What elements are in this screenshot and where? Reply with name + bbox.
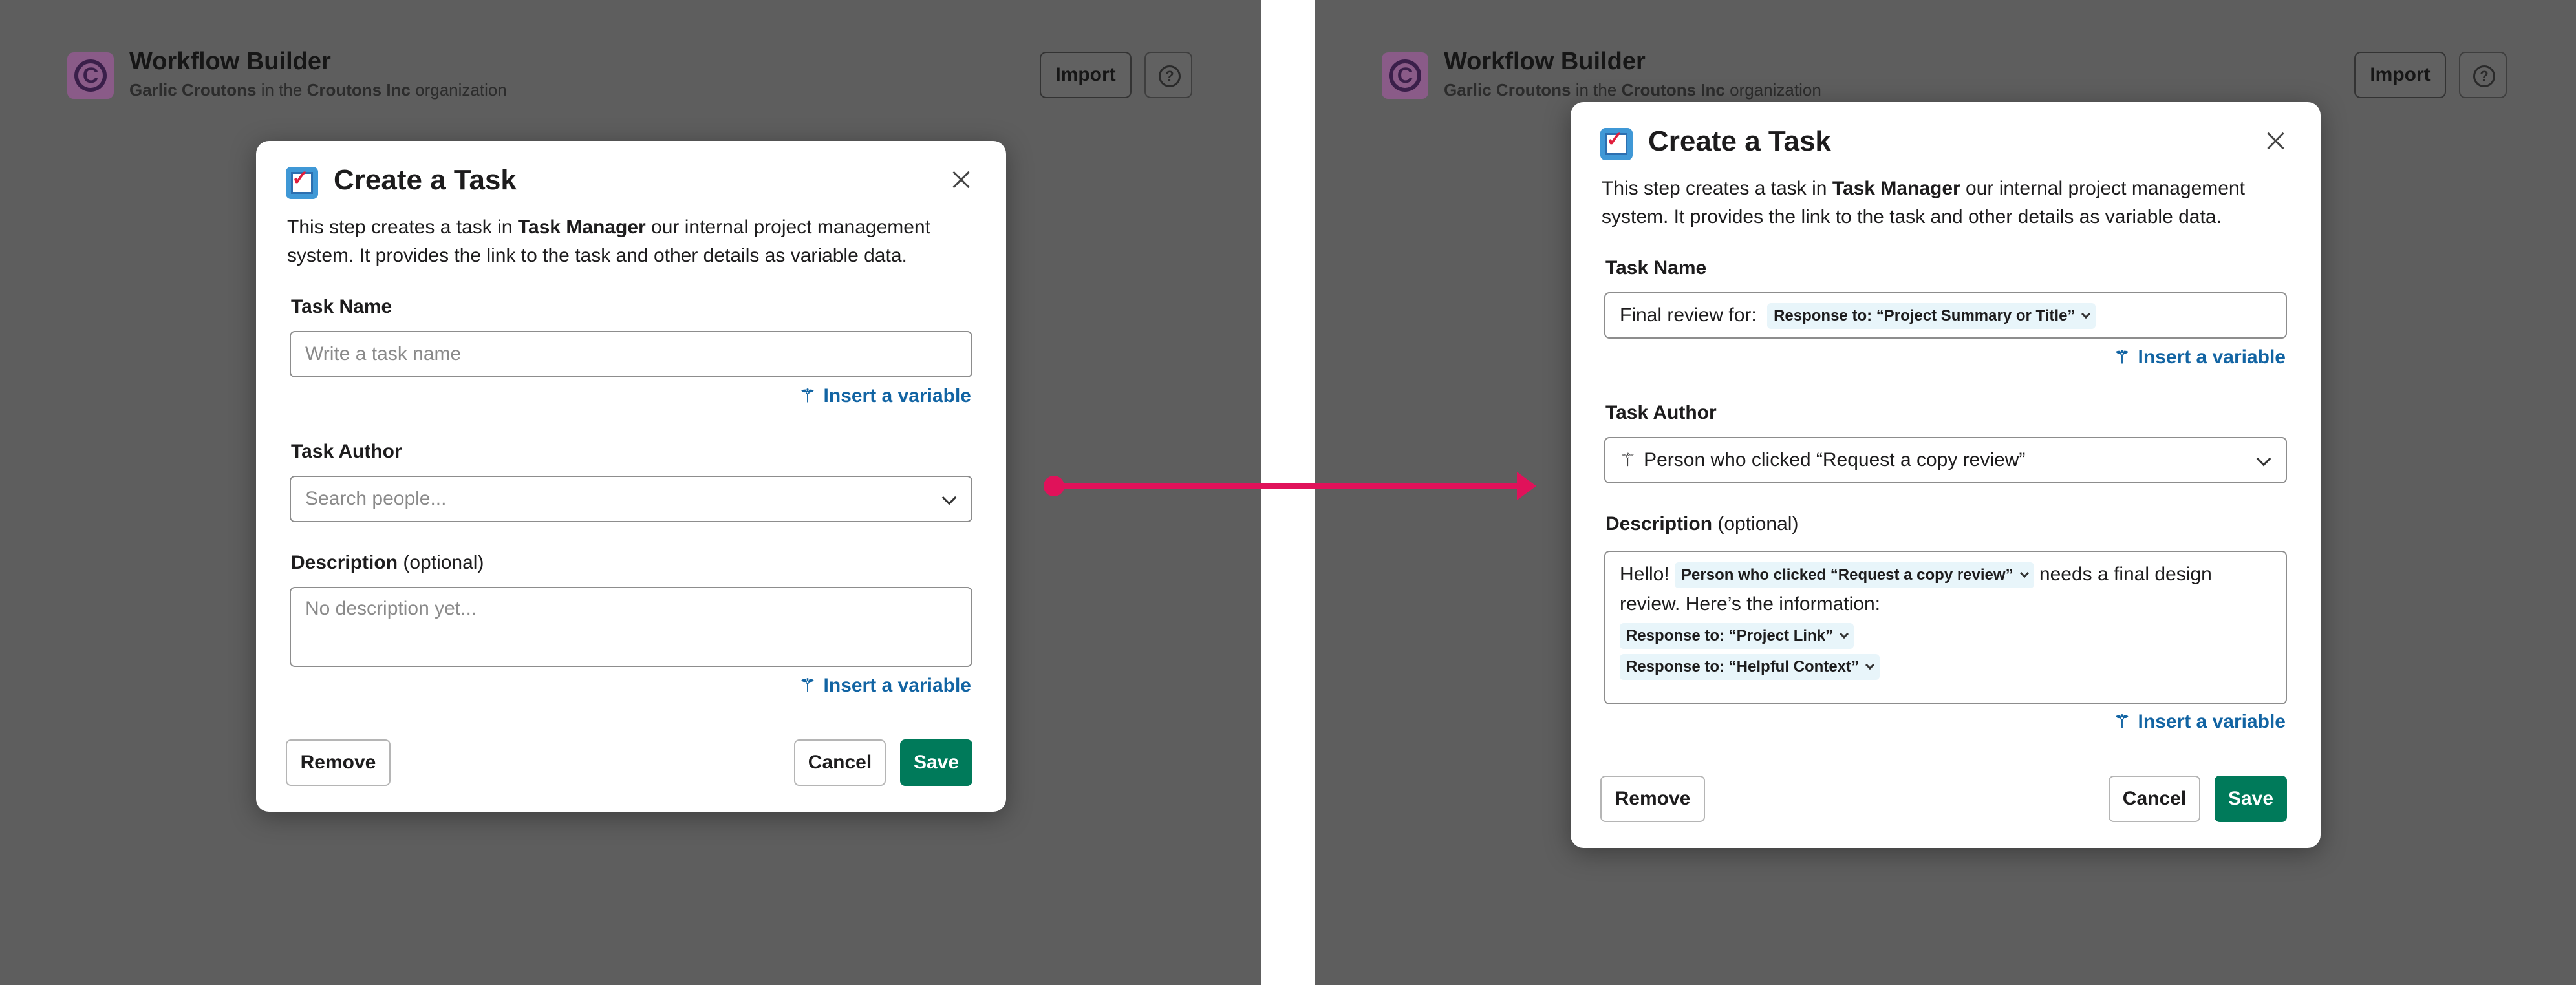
workspace-logo-icon: C [1382, 52, 1428, 99]
description-input[interactable]: No description yet... [290, 587, 972, 667]
chevron-down-icon [2256, 451, 2271, 467]
description-hello: Hello! [1620, 564, 1669, 585]
magic-wand-icon: ⚚ [2114, 347, 2131, 367]
create-task-modal: ✓ Create a Task This step creates a task… [256, 141, 1006, 812]
insert-variable-label: Insert a variable [823, 385, 971, 407]
arrow-right-icon [1517, 472, 1536, 500]
description-input[interactable]: Hello! Person who clicked “Request a cop… [1604, 551, 2287, 704]
magic-wand-icon: ⚚ [1620, 450, 1637, 470]
task-name-placeholder: Write a task name [305, 343, 462, 365]
ballot-box-check-icon: ✓ [1600, 127, 1633, 160]
transition-arrow-start-dot [1044, 476, 1064, 496]
ballot-box-check-icon: ✓ [286, 166, 318, 199]
org-name: Croutons Inc [1621, 80, 1725, 100]
magic-wand-icon: ⚚ [2114, 712, 2131, 732]
help-button[interactable]: ? [1144, 52, 1192, 98]
close-icon[interactable] [948, 167, 974, 193]
subtitle-in-the: in the [261, 80, 303, 100]
import-button[interactable]: Import [1040, 52, 1132, 98]
question-circle-icon: ? [1159, 65, 1181, 87]
modal-title: Create a Task [334, 164, 517, 196]
task-author-select[interactable]: ⚚ Person who clicked “Request a copy revi… [1604, 437, 2287, 483]
workspace-logo-icon: C [67, 52, 114, 99]
cancel-button[interactable]: Cancel [794, 739, 886, 786]
close-icon[interactable] [2262, 128, 2288, 154]
desc-app-name: Task Manager [1832, 178, 1960, 199]
desc-text-1: This step creates a task in [1602, 178, 1827, 199]
before-panel: C Workflow Builder Garlic Croutons in th… [0, 0, 1261, 985]
org-name: Croutons Inc [306, 80, 411, 100]
desc-app-name: Task Manager [517, 217, 646, 238]
insert-variable-link[interactable]: ⚚ Insert a variable [2114, 711, 2286, 733]
save-button[interactable]: Save [900, 739, 972, 786]
create-task-modal: ✓ Create a Task This step creates a task… [1571, 102, 2321, 848]
description-label: Description (optional) [291, 552, 484, 574]
transition-arrow-line [1054, 483, 1526, 489]
cancel-button[interactable]: Cancel [2109, 776, 2200, 822]
chevron-down-icon [1865, 661, 1875, 670]
insert-variable-link[interactable]: ⚚ Insert a variable [799, 385, 971, 407]
task-author-value: Person who clicked “Request a copy revie… [1644, 449, 2026, 471]
task-author-label: Task Author [291, 441, 402, 462]
save-button[interactable]: Save [2215, 776, 2287, 822]
variable-token-label: Response to: “Project Link” [1626, 627, 1834, 645]
workspace-name: Garlic Croutons [129, 80, 257, 100]
modal-title: Create a Task [1648, 125, 1831, 157]
help-button[interactable]: ? [2459, 52, 2507, 98]
description-placeholder: No description yet... [305, 598, 477, 619]
app-title: Workflow Builder [1444, 48, 1646, 75]
task-name-prefix: Final review for: [1620, 304, 1757, 326]
question-circle-icon: ? [2473, 65, 2495, 87]
description-label: Description (optional) [1605, 513, 1798, 535]
subtitle-organization: organization [415, 80, 507, 100]
description-label-text: Description [291, 552, 398, 573]
variable-token-label: Person who clicked “Request a copy revie… [1681, 566, 2013, 584]
variable-token[interactable]: Response to: “Project Link” [1620, 623, 1854, 650]
remove-button[interactable]: Remove [286, 739, 391, 786]
optional-label: (optional) [1717, 513, 1799, 535]
magic-wand-icon: ⚚ [799, 675, 816, 695]
workspace-name: Garlic Croutons [1444, 80, 1571, 100]
desc-text-1: This step creates a task in [287, 217, 513, 238]
insert-variable-label: Insert a variable [2138, 711, 2286, 732]
variable-token-label: Response to: “Helpful Context” [1626, 658, 1860, 676]
description-label-text: Description [1605, 513, 1713, 535]
app-subtitle: Garlic Croutons in the Croutons Inc orga… [1444, 80, 1821, 100]
insert-variable-link[interactable]: ⚚ Insert a variable [799, 675, 971, 697]
app-subtitle: Garlic Croutons in the Croutons Inc orga… [129, 80, 507, 100]
variable-token[interactable]: Response to: “Helpful Context” [1620, 654, 1880, 681]
task-name-label: Task Name [1605, 257, 1707, 279]
magic-wand-icon: ⚚ [799, 386, 816, 406]
insert-variable-label: Insert a variable [823, 675, 971, 696]
optional-label: (optional) [403, 552, 484, 573]
chevron-down-icon [941, 490, 957, 505]
modal-description: This step creates a task in Task Manager… [1602, 175, 2287, 231]
variable-token[interactable]: Response to: “Project Summary or Title” [1767, 303, 2096, 330]
modal-description: This step creates a task in Task Manager… [287, 213, 972, 270]
task-name-label: Task Name [291, 296, 392, 317]
variable-token-label: Response to: “Project Summary or Title” [1774, 307, 2076, 325]
task-author-label: Task Author [1605, 402, 1717, 423]
task-name-input[interactable]: Final review for: Response to: “Project … [1604, 292, 2287, 339]
chevron-down-icon [2019, 569, 2029, 578]
variable-token[interactable]: Person who clicked “Request a copy revie… [1675, 562, 2034, 589]
chevron-down-icon [2081, 310, 2091, 319]
chevron-down-icon [1839, 630, 1849, 639]
panel-divider [1261, 0, 1315, 985]
task-author-placeholder: Search people... [305, 488, 447, 509]
insert-variable-link[interactable]: ⚚ Insert a variable [2114, 346, 2286, 368]
remove-button[interactable]: Remove [1600, 776, 1705, 822]
after-panel: C Workflow Builder Garlic Croutons in th… [1315, 0, 2576, 985]
app-title: Workflow Builder [129, 48, 331, 75]
task-name-input[interactable]: Write a task name [290, 331, 972, 377]
subtitle-in-the: in the [1575, 80, 1617, 100]
subtitle-organization: organization [1730, 80, 1821, 100]
insert-variable-label: Insert a variable [2138, 346, 2286, 368]
task-author-select[interactable]: Search people... [290, 476, 972, 522]
import-button[interactable]: Import [2354, 52, 2446, 98]
